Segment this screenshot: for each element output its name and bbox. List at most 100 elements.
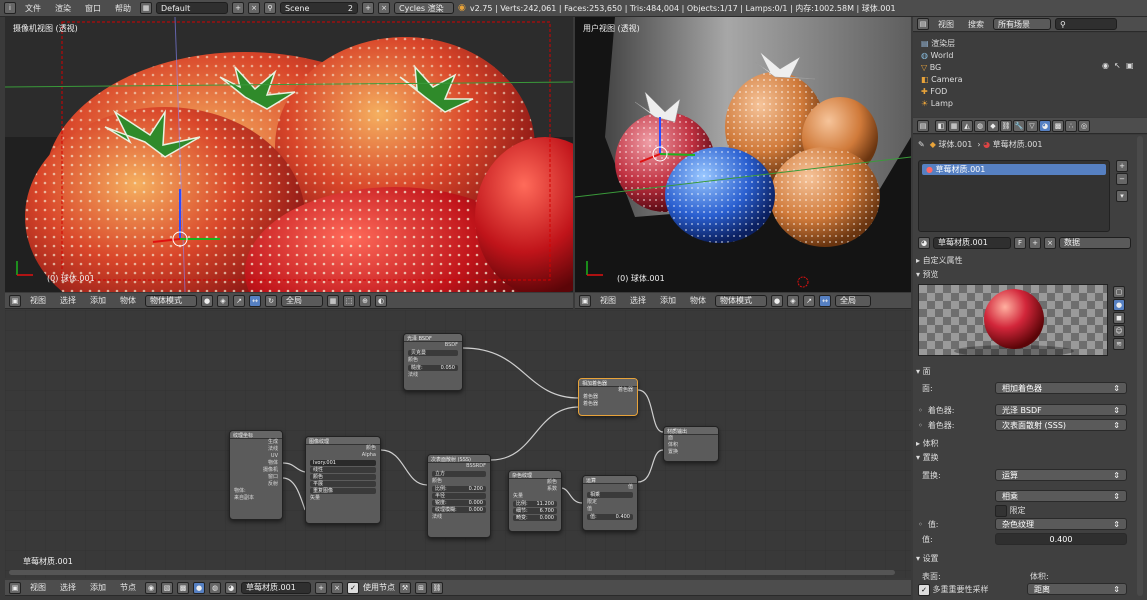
- node-glossy-rough[interactable]: 糙度: 0.050: [408, 365, 458, 371]
- breadcrumb-material[interactable]: 草莓材质.001: [993, 139, 1043, 150]
- lock-icon[interactable]: ⬚: [343, 294, 355, 307]
- material-tab-icon[interactable]: ◕: [1039, 120, 1051, 132]
- material-add-icon[interactable]: +: [1029, 236, 1041, 249]
- node-menu-node[interactable]: 节点: [115, 582, 141, 593]
- slot-menu-icon[interactable]: ▾: [1116, 190, 1128, 202]
- material-slot-item[interactable]: ● 草莓材质.001: [922, 164, 1106, 175]
- node-noise-scale[interactable]: 比例: 11.200: [513, 501, 557, 507]
- node-menu-select[interactable]: 选择: [55, 582, 81, 593]
- shader-nodes-icon[interactable]: ◉: [145, 581, 157, 594]
- outliner-menu-view[interactable]: 视图: [933, 19, 959, 30]
- view3d-menu-select[interactable]: 选择: [625, 295, 651, 306]
- properties-scrollbar[interactable]: [1137, 136, 1143, 596]
- scene-icon[interactable]: ⚲: [264, 2, 276, 14]
- clamp-checkbox[interactable]: [995, 504, 1007, 517]
- physics-tab-icon[interactable]: ◎: [1078, 120, 1090, 132]
- layout-field[interactable]: Default: [156, 2, 228, 14]
- view3d-menu-object[interactable]: 物体: [685, 295, 711, 306]
- node-texcoord-object[interactable]: 物体:: [230, 488, 282, 495]
- material-slots-list[interactable]: ● 草莓材质.001: [918, 160, 1110, 232]
- translate-icon[interactable]: ↔: [249, 294, 261, 307]
- node-editor[interactable]: 光泽 BSDF BSDF 贝克曼 颜色 糙度: 0.050 法线 相加着色器 着色…: [5, 310, 911, 578]
- preview-hair-icon[interactable]: ≋: [1113, 338, 1125, 350]
- node-sss-radius[interactable]: 半径: [432, 493, 486, 499]
- preview-cube-icon[interactable]: ◼: [1113, 312, 1125, 324]
- material-icon[interactable]: ◕: [225, 581, 237, 594]
- breadcrumb-object[interactable]: 球体.001: [939, 139, 973, 150]
- node-image-interp[interactable]: 线性: [310, 467, 376, 473]
- material-name-field[interactable]: 草莓材质.001: [933, 236, 1011, 249]
- mode-dropdown[interactable]: 物体模式: [145, 294, 197, 307]
- view3d-menu-select[interactable]: 选择: [55, 295, 81, 306]
- node-noise-dist[interactable]: 畸变: 0.000: [513, 515, 557, 521]
- editor-type-icon[interactable]: ▤: [917, 18, 929, 30]
- node-math[interactable]: 运算 值 相乘 限定 值 值: 0.400: [582, 475, 638, 531]
- node-sss-scale[interactable]: 比例: 0.200: [432, 486, 486, 492]
- node-sss-falloff[interactable]: 立方: [432, 471, 486, 477]
- node-editor-hscrollbar[interactable]: [9, 570, 895, 575]
- manipulator-icon[interactable]: ↗: [803, 294, 815, 307]
- orientation-dropdown[interactable]: 全局: [835, 294, 871, 307]
- node-math-value2[interactable]: 值: 0.400: [587, 514, 633, 520]
- material-fake-user[interactable]: F: [1014, 236, 1026, 249]
- value-node-dropdown[interactable]: 杂色纹理 ⇕: [995, 518, 1127, 530]
- object-tab-icon[interactable]: ◆: [987, 120, 999, 132]
- section-preview[interactable]: ▾ 预览: [916, 268, 1132, 281]
- editor-type-icon[interactable]: ▣: [9, 294, 21, 307]
- outliner-filter-dropdown[interactable]: 所有场景: [993, 18, 1051, 30]
- render-visibility-icon[interactable]: ▣: [1126, 61, 1134, 70]
- section-displacement[interactable]: ▾ 置换: [916, 451, 1132, 464]
- scene-field[interactable]: Scene 2: [280, 2, 358, 14]
- viewport-user[interactable]: 用户视图 (透视) (0) 球体.001: [575, 17, 911, 292]
- texture-nodes-icon[interactable]: ▩: [177, 581, 189, 594]
- node-glossy-bsdf[interactable]: 光泽 BSDF BSDF 贝克曼 颜色 糙度: 0.050 法线: [403, 333, 463, 391]
- view3d-menu-view[interactable]: 视图: [595, 295, 621, 306]
- node-material-output[interactable]: 材质输出 面 体积 置换: [663, 426, 719, 462]
- pivot-icon[interactable]: ◈: [787, 294, 799, 307]
- outliner-item-bg[interactable]: ▽ BG: [921, 61, 1143, 73]
- viewport-camera[interactable]: 摄像机视图 (透视) (0) 球体.001: [5, 17, 573, 292]
- node-image-ext[interactable]: 重复图像: [310, 488, 376, 494]
- cursor-icon[interactable]: ↖: [1114, 61, 1121, 70]
- section-settings[interactable]: ▾ 设置: [916, 552, 1132, 565]
- preview-flat-icon[interactable]: ▢: [1113, 286, 1125, 298]
- material-link-dropdown[interactable]: 数据: [1059, 236, 1131, 249]
- render-engine-dropdown[interactable]: Cycles 渲染: [394, 2, 454, 14]
- world-tab-icon[interactable]: ◍: [974, 120, 986, 132]
- outliner-item-lamp[interactable]: ☀ Lamp: [921, 97, 1143, 109]
- mis-row[interactable]: ✓ 多重重要性采样: [918, 583, 1018, 596]
- node-image-datablock[interactable]: Ivory.001: [310, 460, 376, 466]
- node-sss-tex[interactable]: 纹理模糊: 0.000: [432, 507, 486, 513]
- node-sss-sharp[interactable]: 锐度: 0.000: [432, 500, 486, 506]
- outliner-item-fod[interactable]: ✚ FOD: [921, 85, 1143, 97]
- constraints-tab-icon[interactable]: ⛓: [1000, 120, 1012, 132]
- render-tab-icon[interactable]: ◧: [935, 120, 947, 132]
- material-add-icon[interactable]: +: [315, 581, 327, 594]
- view3d-menu-object[interactable]: 物体: [115, 295, 141, 306]
- shading-icon[interactable]: ●: [201, 294, 213, 307]
- mis-checkbox[interactable]: ✓: [918, 583, 930, 596]
- outliner-item-camera[interactable]: ◧ Camera: [921, 73, 1143, 85]
- info-editor-icon[interactable]: i: [4, 2, 16, 14]
- node-material-field[interactable]: 草莓材质.001: [241, 581, 311, 594]
- node-image-texture[interactable]: 图像纹理 颜色 Alpha Ivory.001 线性 颜色 平展 重复图像 矢量: [305, 436, 381, 524]
- outliner-item-world[interactable]: ◍ World: [921, 49, 1143, 61]
- menu-render[interactable]: 渲染: [50, 3, 76, 14]
- layers-tab-icon[interactable]: ▦: [948, 120, 960, 132]
- node-math-clamp[interactable]: 限定: [583, 499, 637, 506]
- view3d-menu-view[interactable]: 视图: [25, 295, 51, 306]
- node-texcoord-dupli[interactable]: 来自副本: [230, 495, 282, 502]
- math-operation-dropdown[interactable]: 相乘 ⇕: [995, 490, 1127, 502]
- translate-icon[interactable]: ↔: [819, 294, 831, 307]
- manipulator-icon[interactable]: ↗: [233, 294, 245, 307]
- section-custom-props[interactable]: ▸ 自定义属性: [916, 254, 1132, 267]
- shading-icon[interactable]: ●: [771, 294, 783, 307]
- material-browse-icon[interactable]: ◕: [918, 236, 930, 249]
- use-nodes-checkbox[interactable]: ✓: [347, 581, 359, 594]
- orientation-dropdown[interactable]: 全局: [281, 294, 323, 307]
- shader2-dropdown[interactable]: 次表面散射 (SSS) ⇕: [995, 419, 1127, 431]
- scene-add-icon[interactable]: +: [362, 2, 374, 14]
- surface-shader-dropdown[interactable]: 相加着色器 ⇕: [995, 382, 1127, 394]
- world-icon[interactable]: ◍: [209, 581, 221, 594]
- node-noise-detail[interactable]: 细节: 6.700: [513, 508, 557, 514]
